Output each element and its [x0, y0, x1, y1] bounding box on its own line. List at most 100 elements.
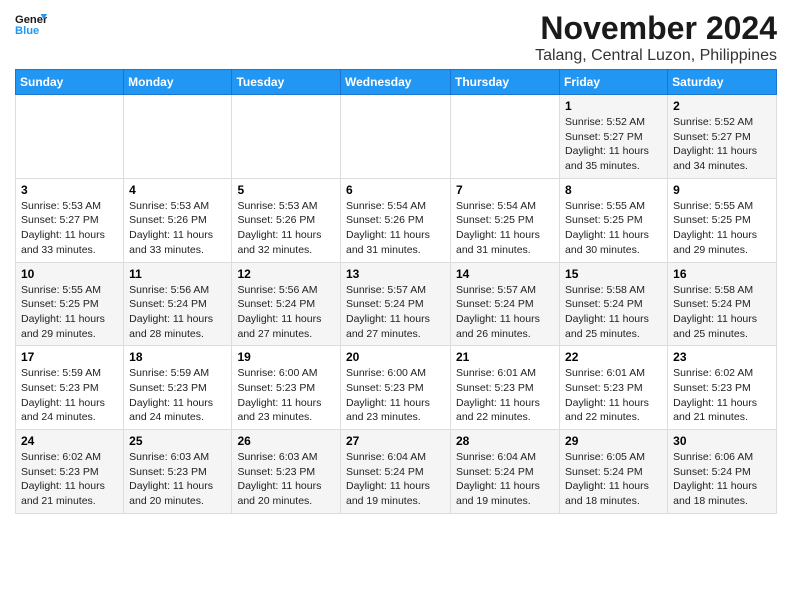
day-detail: Sunrise: 5:55 AM Sunset: 5:25 PM Dayligh…	[673, 200, 757, 256]
day-cell	[232, 95, 341, 179]
day-cell: 28 Sunrise: 6:04 AM Sunset: 5:24 PM Dayli…	[451, 430, 560, 514]
day-cell: 22 Sunrise: 6:01 AM Sunset: 5:23 PM Dayli…	[560, 346, 668, 430]
day-cell: 14 Sunrise: 5:57 AM Sunset: 5:24 PM Dayli…	[451, 262, 560, 346]
day-cell: 6 Sunrise: 5:54 AM Sunset: 5:26 PM Daylig…	[341, 178, 451, 262]
day-detail: Sunrise: 6:04 AM Sunset: 5:24 PM Dayligh…	[456, 451, 540, 507]
day-number: 7	[456, 183, 554, 197]
day-number: 26	[237, 434, 335, 448]
day-number: 5	[237, 183, 335, 197]
day-number: 14	[456, 267, 554, 281]
day-cell: 3 Sunrise: 5:53 AM Sunset: 5:27 PM Daylig…	[16, 178, 124, 262]
day-detail: Sunrise: 5:57 AM Sunset: 5:24 PM Dayligh…	[456, 284, 540, 340]
day-number: 21	[456, 350, 554, 364]
day-cell: 7 Sunrise: 5:54 AM Sunset: 5:25 PM Daylig…	[451, 178, 560, 262]
day-number: 28	[456, 434, 554, 448]
day-cell: 24Sunrise: 6:02 AM Sunset: 5:23 PM Dayli…	[16, 430, 124, 514]
day-detail: Sunrise: 5:55 AM Sunset: 5:25 PM Dayligh…	[565, 200, 649, 256]
logo: General Blue	[15, 10, 47, 38]
day-header-monday: Monday	[124, 70, 232, 95]
day-detail: Sunrise: 5:59 AM Sunset: 5:23 PM Dayligh…	[129, 367, 213, 423]
day-detail: Sunrise: 5:55 AM Sunset: 5:25 PM Dayligh…	[21, 284, 105, 340]
day-detail: Sunrise: 5:53 AM Sunset: 5:26 PM Dayligh…	[129, 200, 213, 256]
day-number: 16	[673, 267, 771, 281]
day-number: 15	[565, 267, 662, 281]
day-cell: 21 Sunrise: 6:01 AM Sunset: 5:23 PM Dayli…	[451, 346, 560, 430]
day-detail: Sunrise: 5:54 AM Sunset: 5:25 PM Dayligh…	[456, 200, 540, 256]
day-detail: Sunrise: 5:53 AM Sunset: 5:26 PM Dayligh…	[237, 200, 321, 256]
day-detail: Sunrise: 5:54 AM Sunset: 5:26 PM Dayligh…	[346, 200, 430, 256]
week-row-3: 17 Sunrise: 5:59 AM Sunset: 5:23 PM Dayli…	[16, 346, 777, 430]
day-cell	[451, 95, 560, 179]
day-cell: 12 Sunrise: 5:56 AM Sunset: 5:24 PM Dayli…	[232, 262, 341, 346]
day-cell: 29Sunrise: 6:05 AM Sunset: 5:24 PM Dayli…	[560, 430, 668, 514]
day-number: 19	[237, 350, 335, 364]
day-detail: Sunrise: 6:03 AM Sunset: 5:23 PM Dayligh…	[237, 451, 321, 507]
day-number: 8	[565, 183, 662, 197]
day-cell: 30 Sunrise: 6:06 AM Sunset: 5:24 PM Dayli…	[668, 430, 777, 514]
day-cell: 9 Sunrise: 5:55 AM Sunset: 5:25 PM Daylig…	[668, 178, 777, 262]
title-area: November 2024 Talang, Central Luzon, Phi…	[535, 10, 777, 65]
day-detail: Sunrise: 5:58 AM Sunset: 5:24 PM Dayligh…	[565, 284, 649, 340]
day-number: 25	[129, 434, 226, 448]
day-cell: 27 Sunrise: 6:04 AM Sunset: 5:24 PM Dayli…	[341, 430, 451, 514]
day-header-wednesday: Wednesday	[341, 70, 451, 95]
day-number: 6	[346, 183, 445, 197]
day-header-friday: Friday	[560, 70, 668, 95]
week-row-0: 1Sunrise: 5:52 AM Sunset: 5:27 PM Daylig…	[16, 95, 777, 179]
day-detail: Sunrise: 6:01 AM Sunset: 5:23 PM Dayligh…	[565, 367, 649, 423]
calendar-table: SundayMondayTuesdayWednesdayThursdayFrid…	[15, 69, 777, 514]
week-row-2: 10 Sunrise: 5:55 AM Sunset: 5:25 PM Dayli…	[16, 262, 777, 346]
day-detail: Sunrise: 5:56 AM Sunset: 5:24 PM Dayligh…	[237, 284, 321, 340]
day-cell: 18Sunrise: 5:59 AM Sunset: 5:23 PM Dayli…	[124, 346, 232, 430]
day-detail: Sunrise: 6:06 AM Sunset: 5:24 PM Dayligh…	[673, 451, 757, 507]
day-detail: Sunrise: 5:58 AM Sunset: 5:24 PM Dayligh…	[673, 284, 757, 340]
day-cell	[341, 95, 451, 179]
day-cell: 16 Sunrise: 5:58 AM Sunset: 5:24 PM Dayli…	[668, 262, 777, 346]
day-detail: Sunrise: 6:02 AM Sunset: 5:23 PM Dayligh…	[21, 451, 105, 507]
day-cell: 1Sunrise: 5:52 AM Sunset: 5:27 PM Daylig…	[560, 95, 668, 179]
day-header-sunday: Sunday	[16, 70, 124, 95]
day-cell: 26 Sunrise: 6:03 AM Sunset: 5:23 PM Dayli…	[232, 430, 341, 514]
day-header-tuesday: Tuesday	[232, 70, 341, 95]
day-cell: 4Sunrise: 5:53 AM Sunset: 5:26 PM Daylig…	[124, 178, 232, 262]
day-cell: 13 Sunrise: 5:57 AM Sunset: 5:24 PM Dayli…	[341, 262, 451, 346]
day-number: 10	[21, 267, 118, 281]
day-detail: Sunrise: 6:01 AM Sunset: 5:23 PM Dayligh…	[456, 367, 540, 423]
day-number: 22	[565, 350, 662, 364]
day-number: 30	[673, 434, 771, 448]
day-detail: Sunrise: 5:59 AM Sunset: 5:23 PM Dayligh…	[21, 367, 105, 423]
day-number: 17	[21, 350, 118, 364]
day-cell: 10 Sunrise: 5:55 AM Sunset: 5:25 PM Dayli…	[16, 262, 124, 346]
day-number: 20	[346, 350, 445, 364]
header: General Blue November 2024 Talang, Centr…	[15, 10, 777, 65]
day-number: 27	[346, 434, 445, 448]
day-detail: Sunrise: 6:04 AM Sunset: 5:24 PM Dayligh…	[346, 451, 430, 507]
day-number: 12	[237, 267, 335, 281]
calendar-body: 1Sunrise: 5:52 AM Sunset: 5:27 PM Daylig…	[16, 95, 777, 514]
day-cell: 15 Sunrise: 5:58 AM Sunset: 5:24 PM Dayli…	[560, 262, 668, 346]
day-detail: Sunrise: 6:00 AM Sunset: 5:23 PM Dayligh…	[346, 367, 430, 423]
day-cell	[124, 95, 232, 179]
day-number: 9	[673, 183, 771, 197]
day-header-saturday: Saturday	[668, 70, 777, 95]
day-detail: Sunrise: 5:57 AM Sunset: 5:24 PM Dayligh…	[346, 284, 430, 340]
logo-icon: General Blue	[15, 10, 47, 38]
day-cell	[16, 95, 124, 179]
day-detail: Sunrise: 6:02 AM Sunset: 5:23 PM Dayligh…	[673, 367, 757, 423]
day-number: 23	[673, 350, 771, 364]
day-cell: 11Sunrise: 5:56 AM Sunset: 5:24 PM Dayli…	[124, 262, 232, 346]
week-row-1: 3 Sunrise: 5:53 AM Sunset: 5:27 PM Daylig…	[16, 178, 777, 262]
day-number: 13	[346, 267, 445, 281]
day-detail: Sunrise: 5:56 AM Sunset: 5:24 PM Dayligh…	[129, 284, 213, 340]
day-header-thursday: Thursday	[451, 70, 560, 95]
svg-text:Blue: Blue	[15, 25, 39, 37]
calendar-header-row: SundayMondayTuesdayWednesdayThursdayFrid…	[16, 70, 777, 95]
day-detail: Sunrise: 5:53 AM Sunset: 5:27 PM Dayligh…	[21, 200, 105, 256]
day-detail: Sunrise: 6:03 AM Sunset: 5:23 PM Dayligh…	[129, 451, 213, 507]
day-number: 3	[21, 183, 118, 197]
day-cell: 8 Sunrise: 5:55 AM Sunset: 5:25 PM Daylig…	[560, 178, 668, 262]
day-cell: 20 Sunrise: 6:00 AM Sunset: 5:23 PM Dayli…	[341, 346, 451, 430]
day-detail: Sunrise: 6:00 AM Sunset: 5:23 PM Dayligh…	[237, 367, 321, 423]
day-number: 29	[565, 434, 662, 448]
day-cell: 25 Sunrise: 6:03 AM Sunset: 5:23 PM Dayli…	[124, 430, 232, 514]
